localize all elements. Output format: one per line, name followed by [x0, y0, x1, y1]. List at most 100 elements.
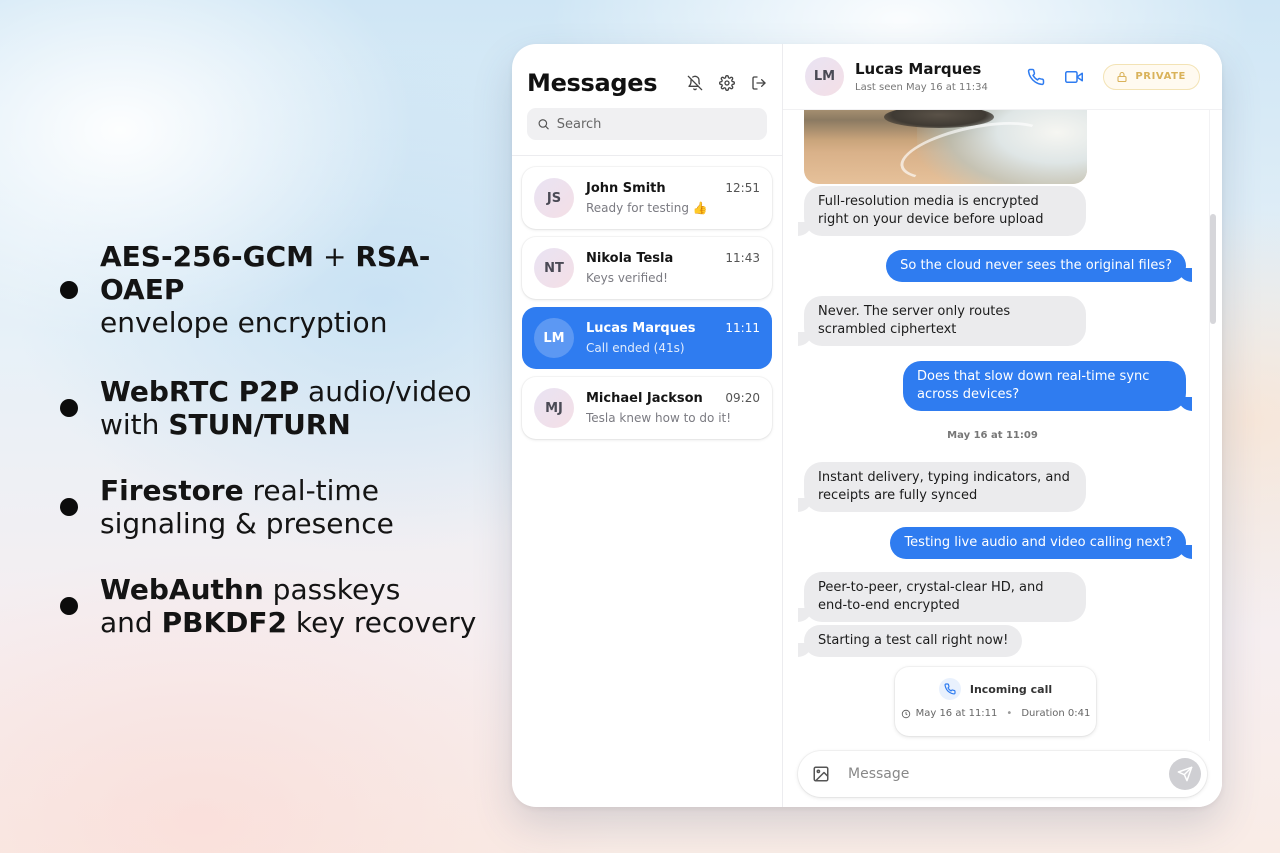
feature-highlight: AES-256-GCM	[100, 240, 315, 273]
sidebar-header: Messages	[512, 44, 782, 106]
chat-name: John Smith	[586, 181, 666, 196]
image-attachment[interactable]	[804, 110, 1087, 184]
image-attach-icon[interactable]	[812, 765, 830, 783]
phone-icon[interactable]	[1027, 68, 1045, 86]
chat-item-michael-jackson[interactable]: MJ Michael Jackson 09:20 Tesla knew how …	[522, 377, 772, 439]
call-time: May 16 at 11:11	[915, 708, 998, 719]
chat-item-nikola-tesla[interactable]: NT Nikola Tesla 11:43 Keys verified!	[522, 237, 772, 299]
conversation-panel: LM Lucas Marques Last seen May 16 at 11:…	[783, 44, 1222, 807]
message-incoming: Never. The server only routes scrambled …	[798, 296, 1086, 346]
feature-item: WebAuthn passkeys and PBKDF2 key recover…	[60, 573, 480, 639]
feature-text: WebAuthn passkeys and PBKDF2 key recover…	[100, 573, 476, 639]
feature-plain: passkeys	[263, 573, 401, 606]
message-composer	[783, 741, 1222, 807]
message-outgoing: Does that slow down real-time sync acros…	[903, 361, 1192, 411]
chat-top: Nikola Tesla 11:43	[586, 251, 760, 266]
message-incoming: Instant delivery, typing indicators, and…	[798, 462, 1086, 512]
chat-top: John Smith 12:51	[586, 181, 760, 196]
message-incoming: Starting a test call right now!	[797, 625, 1023, 657]
chat-name: Michael Jackson	[586, 391, 703, 406]
feature-highlight: Firestore	[100, 474, 244, 507]
message-list: Full-resolution media is encrypted right…	[783, 110, 1222, 741]
feature-plain: real-time	[243, 474, 379, 507]
chat-time: 11:11	[725, 321, 760, 335]
avatar: JS	[534, 178, 574, 218]
call-meta: May 16 at 11:11 • Duration 0:41	[895, 708, 1096, 719]
feature-highlight: PBKDF2	[161, 606, 287, 639]
conversation-header: LM Lucas Marques Last seen May 16 at 11:…	[783, 44, 1222, 110]
feature-plain: with	[100, 408, 169, 441]
chat-top: Lucas Marques 11:11	[586, 321, 760, 336]
chat-item-john-smith[interactable]: JS John Smith 12:51 Ready for testing 👍	[522, 167, 772, 229]
phone-icon	[938, 678, 961, 700]
chat-name: Nikola Tesla	[586, 251, 674, 266]
bullet-icon	[60, 597, 78, 615]
bullet-icon	[60, 280, 78, 299]
feature-plain: envelope encryption	[100, 306, 388, 339]
avatar[interactable]: LM	[805, 57, 844, 96]
dot-separator: •	[1006, 708, 1013, 719]
app-window: Messages JS	[512, 44, 1222, 807]
message-input[interactable]	[848, 766, 1169, 782]
feature-highlight: STUN/TURN	[168, 408, 351, 441]
chat-body: John Smith 12:51 Ready for testing 👍	[586, 181, 760, 215]
feature-item: WebRTC P2P audio/video with STUN/TURN	[60, 375, 480, 441]
header-actions: PRIVATE	[1027, 63, 1200, 90]
search-input[interactable]	[556, 116, 757, 132]
lock-icon	[1117, 71, 1127, 82]
chat-name: Lucas Marques	[586, 321, 696, 336]
search-bar	[527, 108, 767, 140]
chat-body: Lucas Marques 11:11 Call ended (41s)	[586, 321, 760, 355]
chat-body: Nikola Tesla 11:43 Keys verified!	[586, 251, 760, 285]
call-log-card[interactable]: Incoming call May 16 at 11:11 • Duration…	[895, 667, 1096, 736]
chat-preview: Tesla knew how to do it!	[586, 411, 732, 425]
feature-plain: signaling & presence	[100, 507, 394, 540]
feature-item: Firestore real-time signaling & presence	[60, 474, 480, 540]
chat-time: 11:43	[725, 251, 760, 265]
video-icon[interactable]	[1065, 68, 1084, 86]
avatar: MJ	[534, 388, 574, 428]
avatar: NT	[534, 248, 574, 288]
bell-off-icon[interactable]	[686, 74, 704, 92]
scrollbar-thumb[interactable]	[1210, 214, 1216, 324]
message-outgoing: So the cloud never sees the original fil…	[886, 250, 1192, 282]
send-button[interactable]	[1169, 758, 1201, 790]
feature-item: AES-256-GCM + RSA-OAEP envelope encrypti…	[60, 240, 480, 339]
feature-plain: key recovery	[287, 606, 477, 639]
feature-text: Firestore real-time signaling & presence	[100, 474, 394, 540]
chat-time: 09:20	[725, 391, 760, 405]
sidebar-actions	[686, 74, 768, 92]
chat-top: Michael Jackson 09:20	[586, 391, 760, 406]
avatar: LM	[534, 318, 574, 358]
feature-plain: and	[100, 606, 162, 639]
bullet-icon	[60, 399, 78, 417]
search-icon	[538, 119, 549, 130]
private-label: PRIVATE	[1135, 71, 1186, 82]
private-badge[interactable]: PRIVATE	[1103, 63, 1200, 90]
last-seen: Last seen May 16 at 11:34	[855, 82, 988, 93]
contact-info: Lucas Marques Last seen May 16 at 11:34	[855, 60, 1027, 93]
feature-highlight: WebAuthn	[100, 573, 264, 606]
composer-box	[798, 751, 1207, 797]
bullet-icon	[60, 498, 78, 516]
chat-preview: Keys verified!	[586, 271, 668, 285]
feature-list: AES-256-GCM + RSA-OAEP envelope encrypti…	[60, 240, 480, 673]
gear-icon[interactable]	[718, 74, 736, 92]
feature-plain: +	[314, 240, 356, 273]
chat-list: JS John Smith 12:51 Ready for testing 👍 …	[512, 156, 782, 439]
date-separator: May 16 at 11:09	[947, 430, 1038, 441]
chat-preview: Call ended (41s)	[586, 341, 685, 355]
chat-item-lucas-marques[interactable]: LM Lucas Marques 11:11 Call ended (41s)	[522, 307, 772, 369]
message-incoming: Full-resolution media is encrypted right…	[798, 186, 1086, 236]
message-outgoing: Testing live audio and video calling nex…	[890, 527, 1192, 559]
call-title: Incoming call	[969, 682, 1053, 696]
sidebar: Messages JS	[512, 44, 783, 807]
chat-body: Michael Jackson 09:20 Tesla knew how to …	[586, 391, 760, 425]
feature-text: WebRTC P2P audio/video with STUN/TURN	[100, 375, 472, 441]
logout-icon[interactable]	[750, 74, 768, 92]
contact-name: Lucas Marques	[855, 60, 982, 78]
chat-preview: Ready for testing 👍	[586, 201, 708, 215]
send-icon	[1177, 766, 1193, 782]
message-incoming: Peer-to-peer, crystal-clear HD, and end-…	[798, 572, 1086, 622]
feature-plain: audio/video	[299, 375, 472, 408]
